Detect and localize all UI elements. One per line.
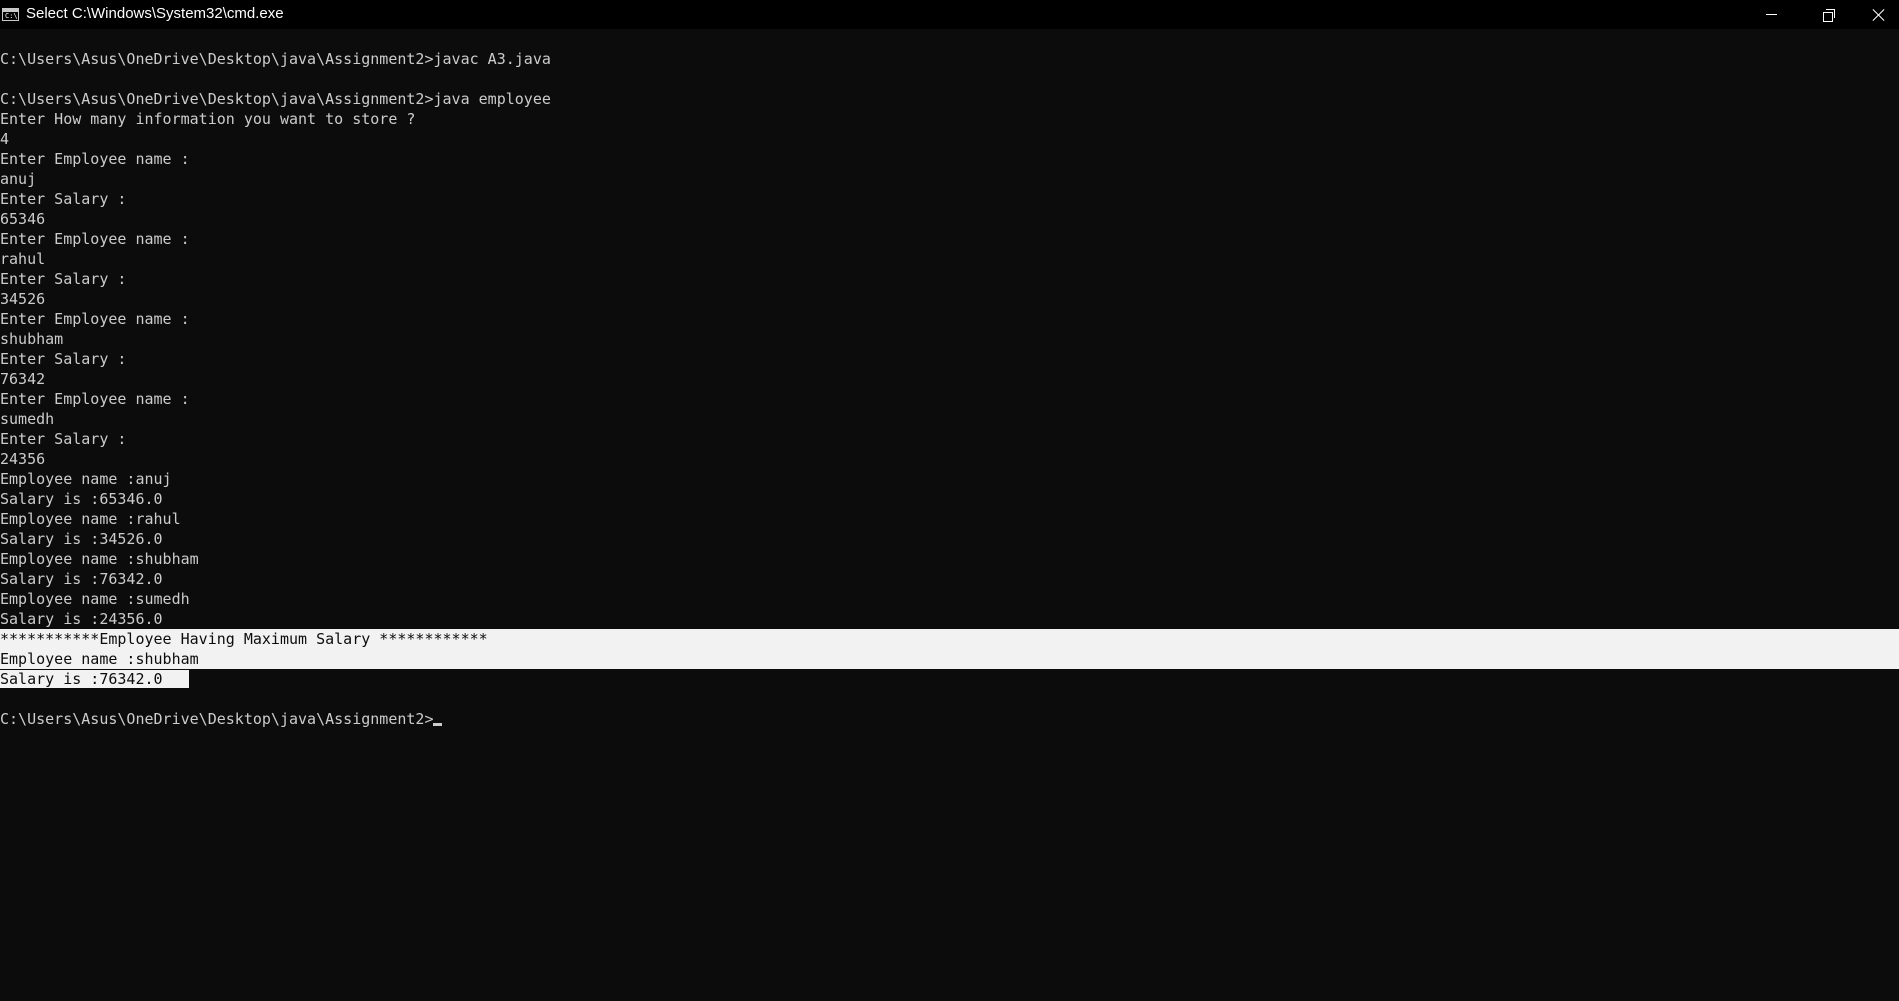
console-line[interactable]: Salary is :34526.0	[0, 529, 1899, 549]
title-bar[interactable]: C:\ Select C:\Windows\System32\cmd.exe	[0, 0, 1899, 29]
cmd-window: C:\ Select C:\Windows\System32\cmd.exe C…	[0, 0, 1899, 1001]
prompt-text: C:\Users\Asus\OneDrive\Desktop\java\Assi…	[0, 710, 434, 728]
console-line[interactable]: shubham	[0, 329, 1899, 349]
console-line[interactable]: Enter Employee name :	[0, 229, 1899, 249]
console-output[interactable]: C:\Users\Asus\OneDrive\Desktop\java\Assi…	[0, 49, 1899, 729]
console-line[interactable]: Enter Salary :	[0, 269, 1899, 289]
console-line[interactable]: 76342	[0, 369, 1899, 389]
selection-highlight: Salary is :76342.0	[0, 670, 189, 688]
close-icon	[1872, 8, 1886, 22]
cmd-icon-glyph: C:\	[5, 12, 18, 20]
console-line[interactable]	[0, 689, 1899, 709]
console-line[interactable]: 34526	[0, 289, 1899, 309]
console-line[interactable]: C:\Users\Asus\OneDrive\Desktop\java\Assi…	[0, 49, 1899, 69]
console-line[interactable]: sumedh	[0, 409, 1899, 429]
console-line[interactable]: rahul	[0, 249, 1899, 269]
console-line[interactable]: 24356	[0, 449, 1899, 469]
console-line[interactable]: Employee name :shubham	[0, 549, 1899, 569]
restore-button[interactable]	[1800, 0, 1858, 29]
console-line[interactable]: Salary is :24356.0	[0, 609, 1899, 629]
console-line[interactable]: Salary is :65346.0	[0, 489, 1899, 509]
restore-icon	[1823, 8, 1835, 22]
selected-console-line[interactable]: Employee name :shubham	[0, 649, 1899, 669]
console-line[interactable]: Enter Employee name :	[0, 389, 1899, 409]
console-line[interactable]	[0, 69, 1899, 89]
console-line[interactable]: C:\Users\Asus\OneDrive\Desktop\java\Assi…	[0, 89, 1899, 109]
cmd-icon[interactable]: C:\	[2, 8, 19, 21]
console-line[interactable]: anuj	[0, 169, 1899, 189]
console-line[interactable]: 4	[0, 129, 1899, 149]
minimize-icon	[1765, 14, 1777, 15]
text-cursor	[433, 723, 443, 726]
console-line[interactable]: Enter Salary :	[0, 189, 1899, 209]
console-line[interactable]: Employee name :rahul	[0, 509, 1899, 529]
prompt-line[interactable]: C:\Users\Asus\OneDrive\Desktop\java\Assi…	[0, 709, 1899, 729]
selected-console-line[interactable]: Salary is :76342.0	[0, 669, 1899, 689]
minimize-button[interactable]	[1742, 0, 1800, 29]
console-line[interactable]: Enter Employee name :	[0, 309, 1899, 329]
console-line[interactable]: Salary is :76342.0	[0, 569, 1899, 589]
window-title: Select C:\Windows\System32\cmd.exe	[26, 5, 284, 22]
close-button[interactable]	[1858, 0, 1899, 29]
selected-console-line[interactable]: ***********Employee Having Maximum Salar…	[0, 629, 1899, 649]
console-line[interactable]: Employee name :sumedh	[0, 589, 1899, 609]
console-line[interactable]: 65346	[0, 209, 1899, 229]
console-line[interactable]: Enter Salary :	[0, 429, 1899, 449]
console-line[interactable]: Employee name :anuj	[0, 469, 1899, 489]
console-line[interactable]: Enter Employee name :	[0, 149, 1899, 169]
console-line[interactable]: Enter How many information you want to s…	[0, 109, 1899, 129]
console-line[interactable]: Enter Salary :	[0, 349, 1899, 369]
